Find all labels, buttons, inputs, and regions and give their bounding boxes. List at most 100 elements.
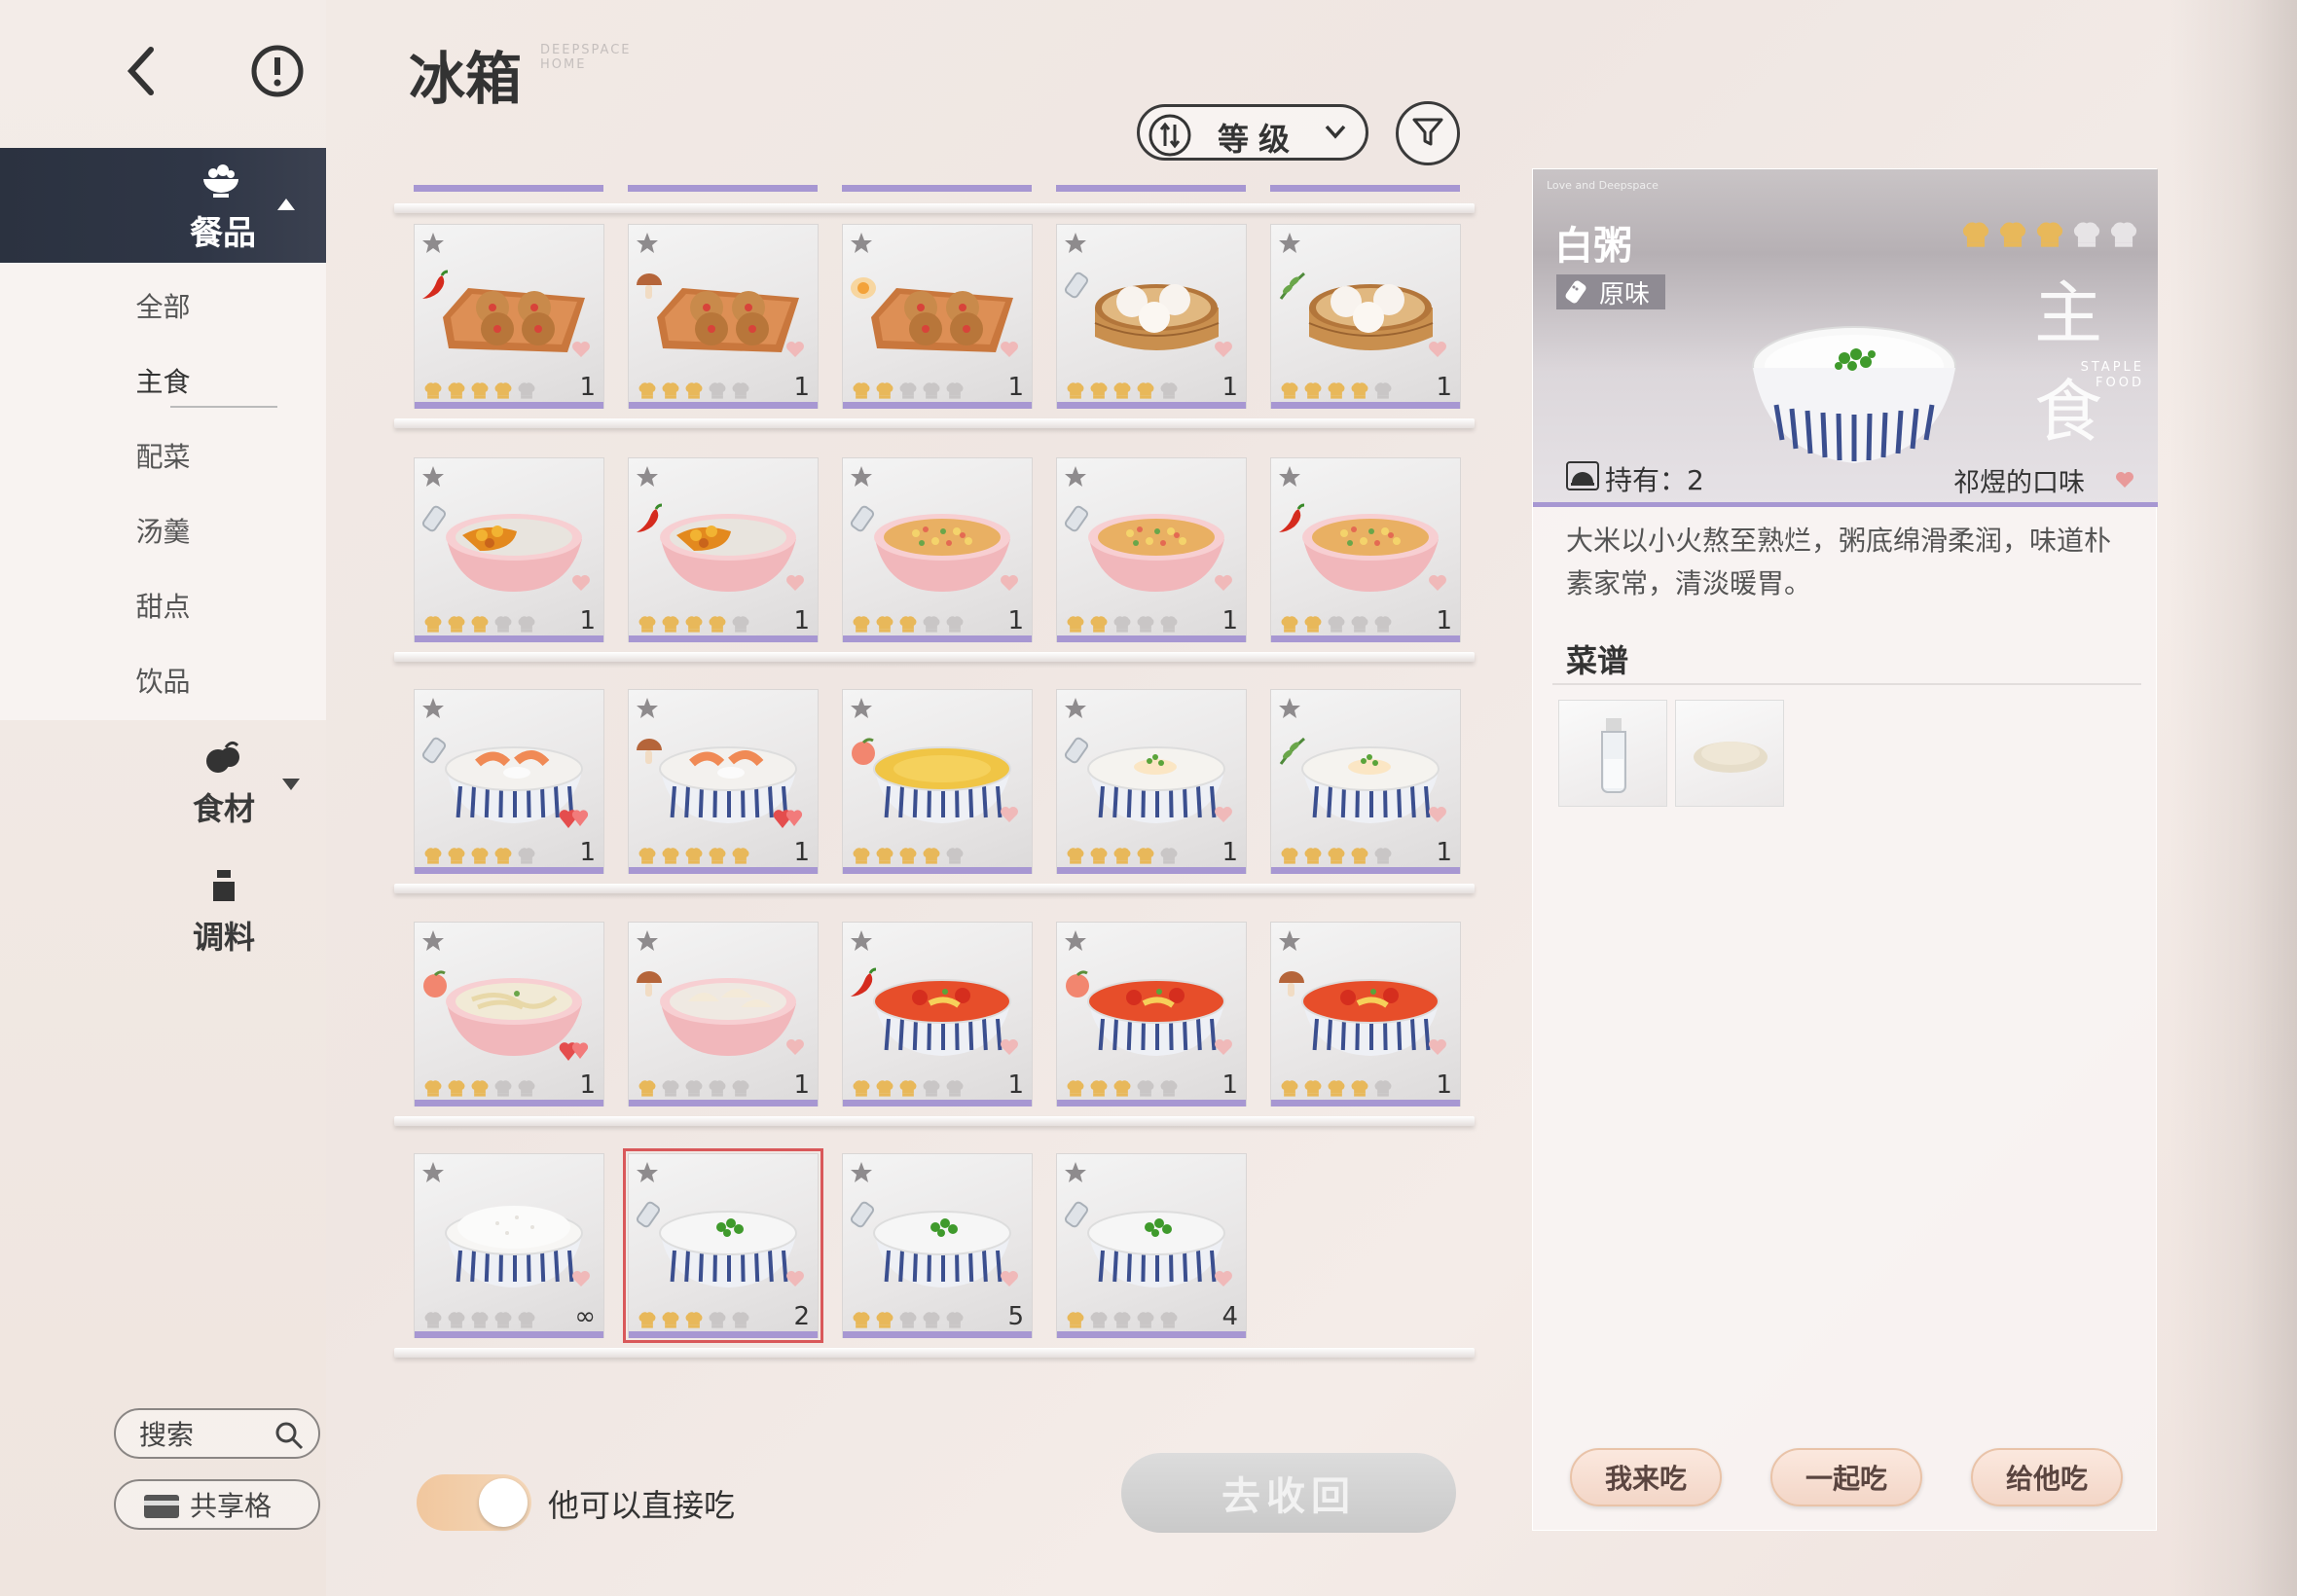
food-card[interactable]: 1 xyxy=(1270,922,1461,1106)
food-card[interactable]: 1 xyxy=(628,224,819,409)
food-card[interactable]: ∞ xyxy=(414,1153,604,1338)
favorite-star-icon[interactable] xyxy=(1277,696,1302,725)
card-underline xyxy=(629,867,818,874)
food-card[interactable]: 1 xyxy=(842,457,1033,642)
page-title: 冰箱 xyxy=(409,46,523,112)
food-card[interactable]: 1 xyxy=(1056,689,1247,874)
favorite-star-icon[interactable] xyxy=(635,1160,660,1189)
favorite-star-icon[interactable] xyxy=(635,464,660,493)
quantity: 1 xyxy=(1007,373,1024,402)
ingredient-rice[interactable] xyxy=(1675,700,1784,807)
food-card[interactable]: 1 xyxy=(628,922,819,1106)
favorite-star-icon[interactable] xyxy=(635,696,660,725)
food-card[interactable]: 1 xyxy=(414,457,604,642)
category-seasoning[interactable]: 调料 xyxy=(185,868,263,958)
card-underline xyxy=(629,1100,818,1106)
back-icon[interactable] xyxy=(107,37,175,105)
favorite-star-icon[interactable] xyxy=(1063,696,1088,725)
eat-myself-button[interactable]: 我来吃 xyxy=(1570,1448,1722,1506)
info-icon[interactable] xyxy=(243,37,311,105)
favorite-star-icon[interactable] xyxy=(1063,464,1088,493)
food-card[interactable]: 1 xyxy=(1270,224,1461,409)
chef-hat-icon xyxy=(1372,1080,1394,1102)
chef-hat-icon xyxy=(707,382,728,404)
food-card[interactable]: 1 xyxy=(414,224,604,409)
favorite-star-icon[interactable] xyxy=(1063,1160,1088,1189)
food-card[interactable]: 1 xyxy=(1270,689,1461,874)
favorite-star-icon[interactable] xyxy=(420,464,446,493)
favorite-star-icon[interactable] xyxy=(849,928,874,958)
favorite-star-icon[interactable] xyxy=(1063,928,1088,958)
favorite-star-icon[interactable] xyxy=(849,696,874,725)
favorite-star-icon[interactable] xyxy=(420,928,446,958)
rating-hats xyxy=(1065,848,1180,869)
food-card[interactable]: 1 xyxy=(628,689,819,874)
food-card[interactable]: 1 xyxy=(1056,224,1247,409)
food-card[interactable]: 1 xyxy=(842,224,1033,409)
chef-hat-icon xyxy=(660,1080,681,1102)
subcategory-soup[interactable]: 汤羹 xyxy=(0,511,326,550)
favorite-star-icon[interactable] xyxy=(849,464,874,493)
quantity: 1 xyxy=(1436,373,1452,402)
subcategory-all[interactable]: 全部 xyxy=(0,286,326,325)
chef-hat-icon xyxy=(851,848,872,869)
food-card[interactable]: 1 xyxy=(1056,457,1247,642)
search-button[interactable]: 搜索 xyxy=(114,1408,320,1459)
rating-hats xyxy=(851,616,966,637)
category-ingredients-label: 食材 xyxy=(192,790,255,827)
food-card[interactable]: 1 xyxy=(1056,922,1247,1106)
chef-hat-icon xyxy=(492,1080,514,1102)
favorite-star-icon[interactable] xyxy=(1063,231,1088,260)
chef-hat-icon xyxy=(874,616,895,637)
retrieve-button[interactable]: 去收回 xyxy=(1121,1453,1456,1533)
favorite-star-icon[interactable] xyxy=(1277,928,1302,958)
favorite-star-icon[interactable] xyxy=(635,231,660,260)
food-card[interactable] xyxy=(842,689,1033,874)
subcategory-side[interactable]: 配菜 xyxy=(0,436,326,475)
heart-icon xyxy=(570,340,592,363)
chef-hat-icon xyxy=(1088,1312,1110,1333)
food-card[interactable]: 5 xyxy=(842,1153,1033,1338)
chef-hat-icon xyxy=(1088,1080,1110,1102)
chef-hat-icon xyxy=(874,848,895,869)
eat-together-button[interactable]: 一起吃 xyxy=(1770,1448,1922,1506)
category-ingredients[interactable]: 食材 xyxy=(185,740,300,829)
heart-icon xyxy=(784,340,806,363)
favorite-star-icon[interactable] xyxy=(1277,464,1302,493)
rating-hats xyxy=(637,848,751,869)
food-card[interactable]: 1 xyxy=(414,922,604,1106)
favorite-star-icon[interactable] xyxy=(420,1160,446,1189)
food-card[interactable]: 2 xyxy=(623,1148,823,1343)
sort-dropdown[interactable]: 等级 xyxy=(1137,104,1368,161)
subcategory-drink[interactable]: 饮品 xyxy=(0,661,326,700)
subcategory-staple[interactable]: 主食 xyxy=(0,361,326,408)
chef-hat-icon xyxy=(944,1080,966,1102)
chef-hat-icon xyxy=(1349,616,1370,637)
subcategory-dessert[interactable]: 甜点 xyxy=(0,586,326,625)
chef-hat-icon xyxy=(683,616,705,637)
filter-button[interactable] xyxy=(1396,101,1460,165)
shared-slot-button[interactable]: 共享格 xyxy=(114,1479,320,1530)
feed-him-button[interactable]: 给他吃 xyxy=(1971,1448,2123,1506)
favorite-star-icon[interactable] xyxy=(420,696,446,725)
food-card[interactable]: 1 xyxy=(628,457,819,642)
category-dishes[interactable]: 餐品 xyxy=(0,148,326,263)
ingredient-milk[interactable] xyxy=(1558,700,1667,807)
card-underline xyxy=(1271,867,1460,874)
food-card[interactable]: 4 xyxy=(1056,1153,1247,1338)
chef-hat-icon xyxy=(422,1080,444,1102)
favorite-star-icon[interactable] xyxy=(635,928,660,958)
food-card[interactable]: 1 xyxy=(414,689,604,874)
chef-hat-icon xyxy=(446,1080,467,1102)
quantity: 1 xyxy=(1436,838,1452,867)
favorite-star-icon[interactable] xyxy=(849,231,874,260)
rating-hats xyxy=(851,1312,966,1333)
food-card[interactable]: 1 xyxy=(842,922,1033,1106)
favorite-star-icon[interactable] xyxy=(420,231,446,260)
favorite-star-icon[interactable] xyxy=(849,1160,874,1189)
favorite-star-icon[interactable] xyxy=(1277,231,1302,260)
heart-icon xyxy=(999,340,1020,363)
food-card[interactable]: 1 xyxy=(1270,457,1461,642)
direct-eat-toggle[interactable] xyxy=(417,1474,531,1531)
chef-hat-icon xyxy=(1088,848,1110,869)
